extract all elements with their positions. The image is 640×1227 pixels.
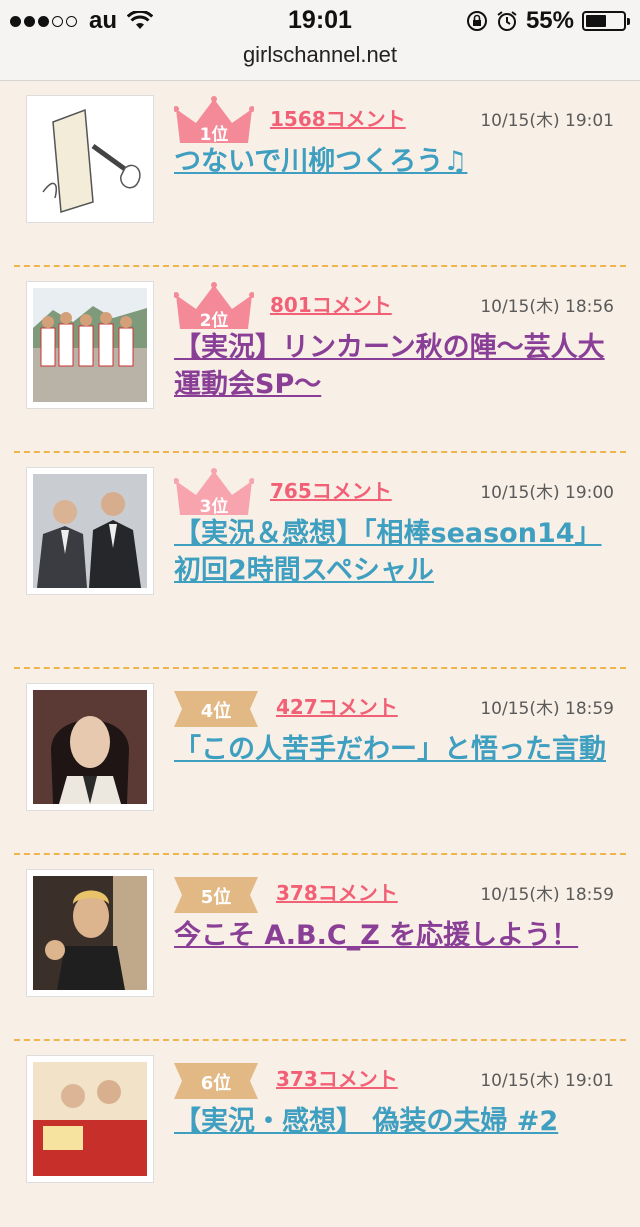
post-date: 10/15(木) 19:00 [480, 483, 614, 503]
list-item[interactable]: 5位 378コメント 10/15(木) 18:59 今こそ A.B.C_Z を応… [14, 855, 626, 1041]
topic-thumbnail[interactable] [26, 95, 154, 223]
battery-icon [582, 11, 630, 31]
alarm-icon [497, 11, 517, 31]
comment-count-link[interactable]: 378コメント [276, 877, 398, 906]
status-bar: au 19:01 55% girlschannel.net [0, 0, 640, 81]
list-item[interactable]: 2位 801コメント 10/15(木) 18:56 【実況】リンカーン秋の陣〜芸… [14, 267, 626, 453]
topic-title-link[interactable]: つないで川柳つくろう♫ [174, 143, 618, 180]
post-date: 10/15(木) 19:01 [480, 111, 614, 131]
rank-ribbon-badge: 5位 [174, 877, 258, 913]
orientation-lock-icon [466, 11, 487, 31]
rank-label: 2位 [199, 311, 229, 331]
comment-count-link[interactable]: 427コメント [276, 691, 398, 720]
list-item[interactable]: 4位 427コメント 10/15(木) 18:59 「この人苦手だわー」と悟った… [14, 669, 626, 855]
address-bar[interactable]: girlschannel.net [0, 42, 640, 68]
topic-title-link[interactable]: 【実況・感想】 偽装の夫婦 #2 [174, 1103, 618, 1140]
comment-count-link[interactable]: 373コメント [276, 1063, 398, 1092]
group-photo-image [33, 288, 147, 402]
topic-thumbnail[interactable] [26, 683, 154, 811]
topic-title-link[interactable]: 【実況＆感想】「相棒season14」初回2時間スペシャル [174, 515, 618, 589]
status-right: 55% [466, 7, 630, 35]
battery-level [586, 15, 606, 27]
post-date: 10/15(木) 18:59 [480, 885, 614, 905]
topic-thumbnail[interactable] [26, 869, 154, 997]
comment-count-link[interactable]: 801コメント [270, 289, 392, 318]
topic-title-link[interactable]: 【実況】リンカーン秋の陣〜芸人大運動会SP〜 [174, 329, 618, 403]
topic-ranking-list: 1位 1568コメント 10/15(木) 19:01 つないで川柳つくろう♫ 2… [0, 81, 640, 1227]
list-item[interactable]: 3位 765コメント 10/15(木) 19:00 【実況＆感想】「相棒seas… [14, 453, 626, 669]
post-date: 10/15(木) 18:56 [480, 297, 614, 317]
topic-thumbnail[interactable] [26, 467, 154, 595]
topic-title-link[interactable]: 「この人苦手だわー」と悟った言動 [174, 731, 618, 768]
comment-count-link[interactable]: 1568コメント [270, 103, 406, 132]
portrait-photo-image [33, 690, 147, 804]
pen-drawing-image [33, 102, 147, 216]
rank-crown-badge: 2位 [174, 281, 254, 331]
topic-title-link[interactable]: 今こそ A.B.C_Z を応援しよう！ [174, 917, 618, 954]
rank-label: 1位 [199, 125, 229, 145]
topic-thumbnail[interactable] [26, 1055, 154, 1183]
post-date: 10/15(木) 19:01 [480, 1071, 614, 1091]
rank-label: 5位 [200, 887, 232, 908]
post-date: 10/15(木) 18:59 [480, 699, 614, 719]
rank-label: 4位 [200, 701, 232, 722]
list-item[interactable]: 1位 1568コメント 10/15(木) 19:01 つないで川柳つくろう♫ [14, 81, 626, 267]
drama-poster-image [33, 1062, 147, 1176]
comment-count-link[interactable]: 765コメント [270, 475, 392, 504]
rank-ribbon-badge: 6位 [174, 1063, 258, 1099]
battery-percent: 55% [525, 7, 574, 34]
list-item[interactable]: 6位 373コメント 10/15(木) 19:01 【実況・感想】 偽装の夫婦 … [14, 1041, 626, 1227]
rank-crown-badge: 3位 [174, 467, 254, 517]
rank-label: 6位 [200, 1073, 232, 1094]
idol-photo-image [33, 876, 147, 990]
rank-crown-badge: 1位 [174, 95, 254, 145]
rank-ribbon-badge: 4位 [174, 691, 258, 727]
topic-thumbnail[interactable] [26, 281, 154, 409]
two-men-photo-image [33, 474, 147, 588]
rank-label: 3位 [199, 497, 229, 517]
